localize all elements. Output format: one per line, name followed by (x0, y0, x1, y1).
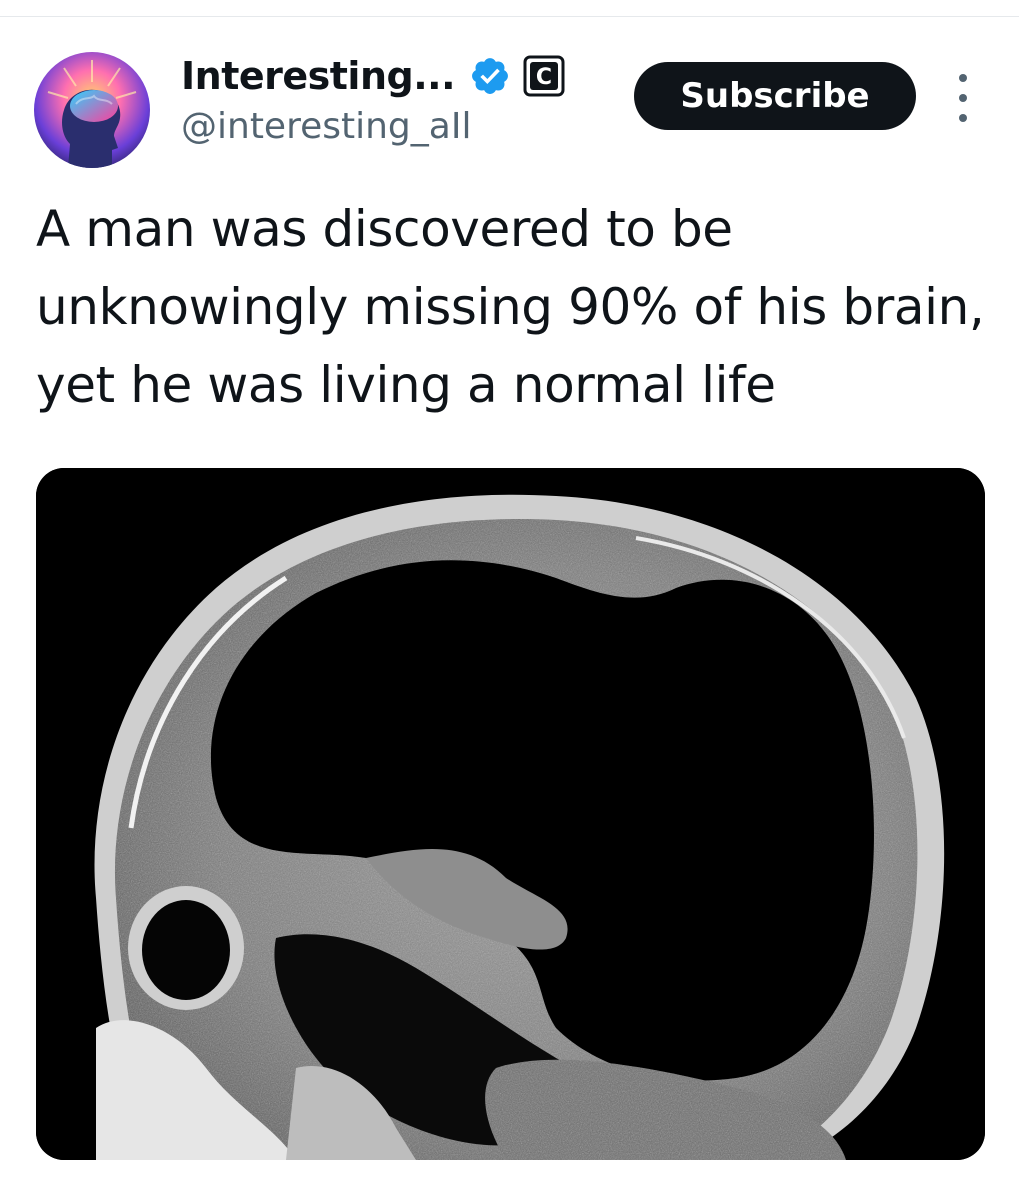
verified-badge-icon[interactable] (469, 55, 511, 97)
mri-scan-image (36, 468, 985, 1160)
author-handle[interactable]: @interesting_aIl (181, 106, 471, 147)
author-name-row: Interesting... C (181, 52, 565, 100)
avatar-image (34, 52, 150, 168)
post-media[interactable] (36, 468, 985, 1160)
subscribe-button[interactable]: Subscribe (634, 62, 916, 130)
more-vertical-icon[interactable] (948, 74, 978, 122)
post-text: A man was discovered to be unknowingly m… (36, 200, 985, 414)
affiliate-badge-icon[interactable]: C (523, 55, 565, 97)
affiliate-badge-letter: C (536, 65, 552, 90)
author-avatar[interactable] (34, 52, 150, 168)
author-display-name[interactable]: Interesting... (181, 54, 456, 98)
top-divider (0, 16, 1019, 17)
